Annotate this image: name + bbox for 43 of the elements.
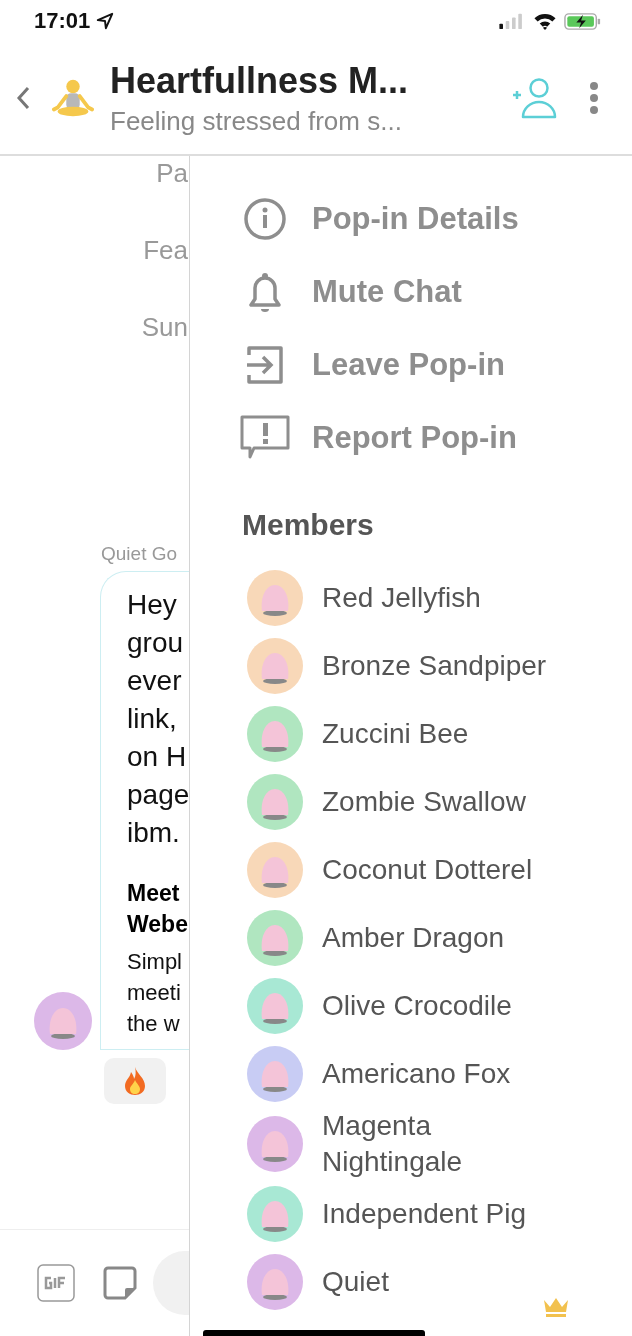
message-text: link, <box>127 702 177 736</box>
chat-subtitle: Feeling stressed from s... <box>110 105 403 137</box>
chat-title: Heartfullness M... <box>110 59 410 102</box>
battery-charging-icon <box>564 11 602 31</box>
member-name[interactable]: Amber Dragon <box>322 920 562 956</box>
member-name[interactable]: Bronze Sandpiper <box>322 648 562 684</box>
message-text: ever <box>127 664 182 698</box>
link-preview-title: Webe <box>127 910 188 939</box>
member-name[interactable]: Magenta Nightingale <box>322 1108 562 1180</box>
link-preview-text: Simpl <box>127 948 182 976</box>
wifi-icon <box>532 11 558 31</box>
flame-icon <box>123 1066 147 1096</box>
more-options-icon[interactable] <box>589 81 599 115</box>
back-chevron-icon[interactable] <box>16 86 30 110</box>
member-name[interactable]: Red Jellyfish <box>322 580 562 616</box>
location-arrow-icon <box>96 12 115 30</box>
add-person-icon[interactable] <box>511 77 557 119</box>
member-name[interactable]: Coconut Dotterel <box>322 852 562 888</box>
reaction-chip[interactable] <box>104 1058 166 1104</box>
member-name[interactable]: Independent Pig <box>322 1196 562 1232</box>
message-text: on H <box>127 740 187 774</box>
message-text: ibm. <box>127 816 180 850</box>
message-text: grou <box>127 626 184 660</box>
link-preview-text: meeti <box>127 979 181 1007</box>
link-preview-text: the w <box>127 1010 180 1038</box>
message-text: page <box>127 778 190 812</box>
members-heading: Members <box>242 508 375 542</box>
member-name[interactable]: Zuccini Bee <box>322 716 562 752</box>
message-text: Pa <box>156 158 188 189</box>
message-text: Fea <box>143 235 188 266</box>
member-name[interactable]: Olive Crocodile <box>322 988 562 1024</box>
report-message-icon <box>240 414 290 461</box>
gif-icon[interactable] <box>37 1264 75 1302</box>
link-preview-title: Meet <box>127 879 180 908</box>
member-name[interactable]: Quiet <box>322 1264 562 1300</box>
member-name[interactable]: Zombie Swallow <box>322 784 562 820</box>
sticker-icon[interactable] <box>103 1266 137 1300</box>
message-text: Hey <box>127 588 177 622</box>
message-text: Sun <box>141 312 188 343</box>
sender-name: Quiet Go <box>101 543 179 565</box>
status-time: 17:01 <box>34 8 91 34</box>
member-name[interactable]: Americano Fox <box>322 1056 562 1092</box>
sender-avatar-icon <box>34 992 92 1050</box>
